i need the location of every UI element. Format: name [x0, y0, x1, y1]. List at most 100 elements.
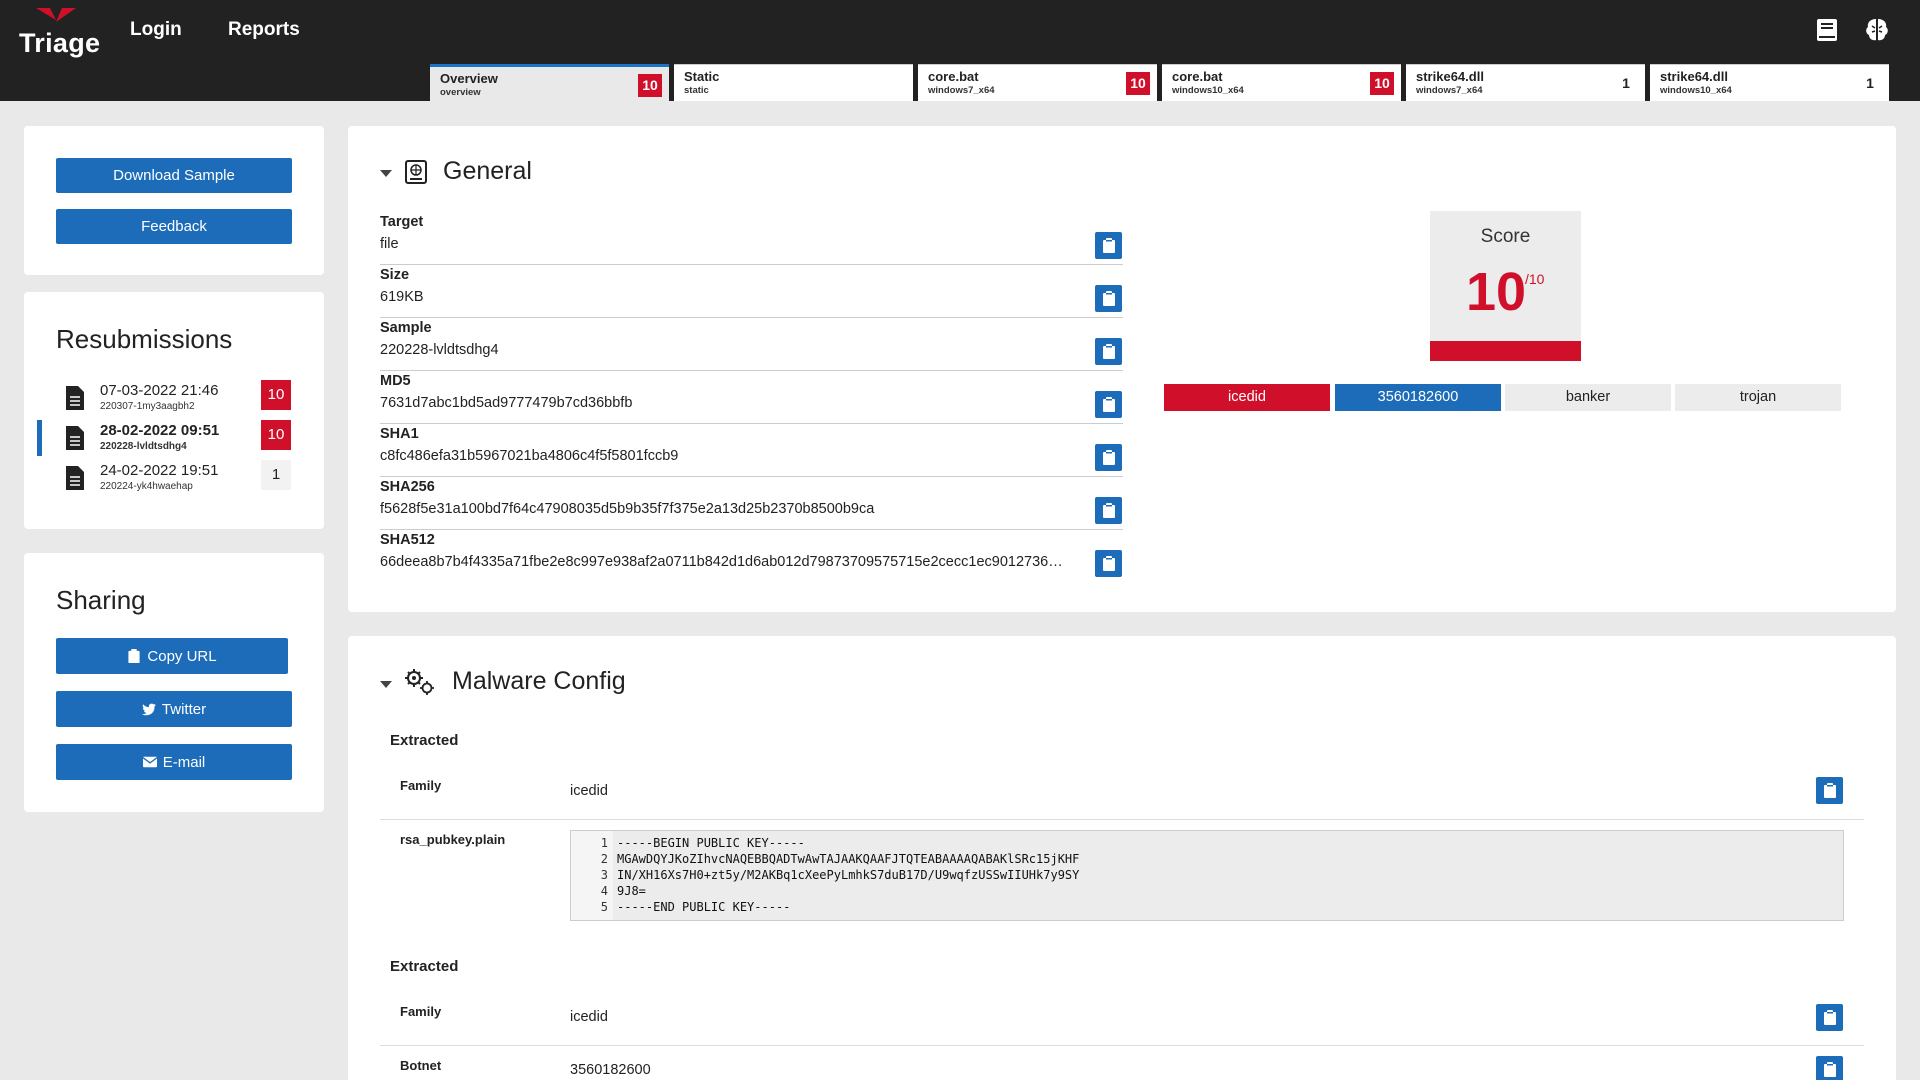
tab-core-bat-win10[interactable]: core.bat windows10_x64 10	[1162, 64, 1401, 101]
twitter-share-button[interactable]: Twitter	[56, 691, 292, 727]
resubmission-id: 220228-lvldtsdhg4	[100, 441, 187, 452]
download-sample-button[interactable]: Download Sample	[56, 158, 292, 193]
tab-subtitle: static	[684, 85, 709, 96]
field-label: MD5	[380, 373, 411, 389]
tab-score-badge: 10	[1126, 72, 1150, 95]
general-field-sha1: SHA1 c8fc486efa31b5967021ba4806c4f5f5801…	[380, 424, 1123, 477]
general-field-md5: MD5 7631d7abc1bd5ad9777479b7cd36bbfb	[380, 371, 1123, 424]
resubmission-item-current[interactable]: 28-02-2022 09:51 220228-lvldtsdhg4 10	[24, 420, 324, 460]
tab-score-badge: 10	[638, 74, 662, 97]
resubmission-score: 10	[261, 380, 291, 410]
general-field-size: Size 619KB	[380, 265, 1123, 318]
email-label: E-mail	[162, 753, 206, 771]
file-icon	[66, 386, 84, 410]
resubmission-score: 10	[261, 420, 291, 450]
tag-banker[interactable]: banker	[1505, 384, 1671, 411]
field-value: 619KB	[380, 289, 424, 305]
copy-size-button[interactable]	[1095, 285, 1122, 312]
current-indicator	[37, 420, 42, 456]
tab-strike64-win10[interactable]: strike64.dll windows10_x64 1	[1650, 64, 1889, 101]
twitter-icon	[141, 703, 156, 716]
copy-family-button[interactable]	[1816, 1004, 1843, 1031]
tab-core-bat-win7[interactable]: core.bat windows7_x64 10	[918, 64, 1157, 101]
copy-md5-button[interactable]	[1095, 391, 1122, 418]
config-value: icedid	[570, 1009, 608, 1025]
globe-document-icon	[405, 160, 427, 184]
line-number: 3	[600, 868, 608, 882]
config-value: icedid	[570, 783, 608, 799]
tag-family[interactable]: icedid	[1164, 384, 1330, 411]
extracted-heading: Extracted	[390, 958, 459, 975]
resubmission-date: 24-02-2022 19:51	[100, 462, 219, 479]
triage-logo-mark-icon	[36, 8, 76, 22]
file-icon	[66, 426, 84, 450]
tab-score-badge: 1	[1622, 75, 1630, 91]
tab-score-badge: 1	[1866, 75, 1874, 91]
feedback-button[interactable]: Feedback	[56, 209, 292, 244]
copy-sha1-button[interactable]	[1095, 444, 1122, 471]
resubmission-id: 220307-1my3aagbh2	[100, 401, 195, 412]
tab-static[interactable]: Static static	[674, 64, 913, 101]
tab-subtitle: windows10_x64	[1660, 85, 1732, 96]
config-row-family: Family icedid	[380, 988, 1864, 1046]
clipboard-icon	[1102, 503, 1115, 518]
code-line: IN/XH16Xs7H0+zt5y/M2AKBq1cXeePyLmhkS7duB…	[617, 868, 1080, 882]
general-field-target: Target file	[380, 212, 1123, 265]
score-bar	[1430, 341, 1581, 361]
tab-title: strike64.dll	[1660, 69, 1728, 84]
resubmission-item[interactable]: 24-02-2022 19:51 220224-yk4hwaehap 1	[24, 460, 324, 500]
clipboard-icon	[1102, 450, 1115, 465]
resubmission-date: 28-02-2022 09:51	[100, 422, 220, 439]
email-share-button[interactable]: E-mail	[56, 744, 292, 780]
copy-url-button[interactable]: Copy URL	[56, 638, 288, 674]
copy-botnet-button[interactable]	[1816, 1056, 1843, 1080]
brain-icon[interactable]	[1862, 15, 1892, 45]
tab-title: Overview	[440, 71, 498, 86]
copy-sha512-button[interactable]	[1095, 550, 1122, 577]
collapse-general-caret[interactable]	[380, 170, 392, 177]
nav-reports[interactable]: Reports	[228, 19, 300, 41]
code-line: MGAwDQYJKoZIhvcNAQEBBQADTwAwTAJAAKQAAFJT…	[617, 852, 1080, 866]
copy-sample-button[interactable]	[1095, 338, 1122, 365]
field-label: Target	[380, 214, 424, 230]
sharing-panel: Sharing Copy URL Twitter E-mail	[24, 553, 324, 812]
clipboard-icon	[1823, 1062, 1836, 1077]
tab-subtitle: windows7_x64	[1416, 85, 1483, 96]
rsa-pubkey-code-block[interactable]: 1 2 3 4 5 -----BEGIN PUBLIC KEY----- MGA…	[570, 830, 1844, 921]
file-icon	[66, 466, 84, 490]
config-key: Family	[400, 1004, 442, 1019]
clipboard-icon	[1102, 238, 1115, 253]
tag-botnet[interactable]: 3560182600	[1335, 384, 1501, 411]
config-key: rsa_pubkey.plain	[400, 832, 506, 847]
extracted-heading: Extracted	[390, 732, 459, 749]
copy-sha256-button[interactable]	[1095, 497, 1122, 524]
field-label: Sample	[380, 320, 432, 336]
code-line: -----BEGIN PUBLIC KEY-----	[617, 836, 805, 850]
tab-strike64-win7[interactable]: strike64.dll windows7_x64 1	[1406, 64, 1645, 101]
code-line: -----END PUBLIC KEY-----	[617, 900, 791, 914]
clipboard-icon	[1823, 1010, 1836, 1025]
field-value: c8fc486efa31b5967021ba4806c4f5f5801fccb9	[380, 448, 679, 464]
tab-title: strike64.dll	[1416, 69, 1484, 84]
twitter-label: Twitter	[161, 700, 207, 718]
general-field-sha256: SHA256 f5628f5e31a100bd7f64c47908035d5b9…	[380, 477, 1123, 530]
config-row-family: Family icedid	[380, 762, 1864, 820]
book-icon[interactable]	[1812, 15, 1842, 45]
triage-logo[interactable]: Triage	[18, 8, 100, 58]
tab-overview[interactable]: Overview overview 10	[430, 64, 669, 101]
resubmission-item[interactable]: 07-03-2022 21:46 220307-1my3aagbh2 10	[24, 380, 324, 420]
malware-config-title: Malware Config	[452, 667, 626, 695]
copy-target-button[interactable]	[1095, 232, 1122, 259]
clipboard-icon	[128, 649, 140, 663]
resubmissions-title: Resubmissions	[56, 324, 233, 354]
general-field-sha512: SHA512 66deea8b7b4f4335a71fbe2e8c997e938…	[380, 530, 1123, 583]
line-number: 2	[600, 852, 608, 866]
collapse-malware-config-caret[interactable]	[380, 681, 392, 688]
config-row-botnet: Botnet 3560182600	[380, 1046, 1864, 1080]
nav-login[interactable]: Login	[130, 19, 182, 41]
copy-family-button[interactable]	[1816, 777, 1843, 804]
tag-trojan[interactable]: trojan	[1675, 384, 1841, 411]
clipboard-icon	[1102, 397, 1115, 412]
general-field-sample: Sample 220228-lvldtsdhg4	[380, 318, 1123, 371]
field-value: 66deea8b7b4f4335a71fbe2e8c997e938af2a071…	[380, 554, 1063, 570]
